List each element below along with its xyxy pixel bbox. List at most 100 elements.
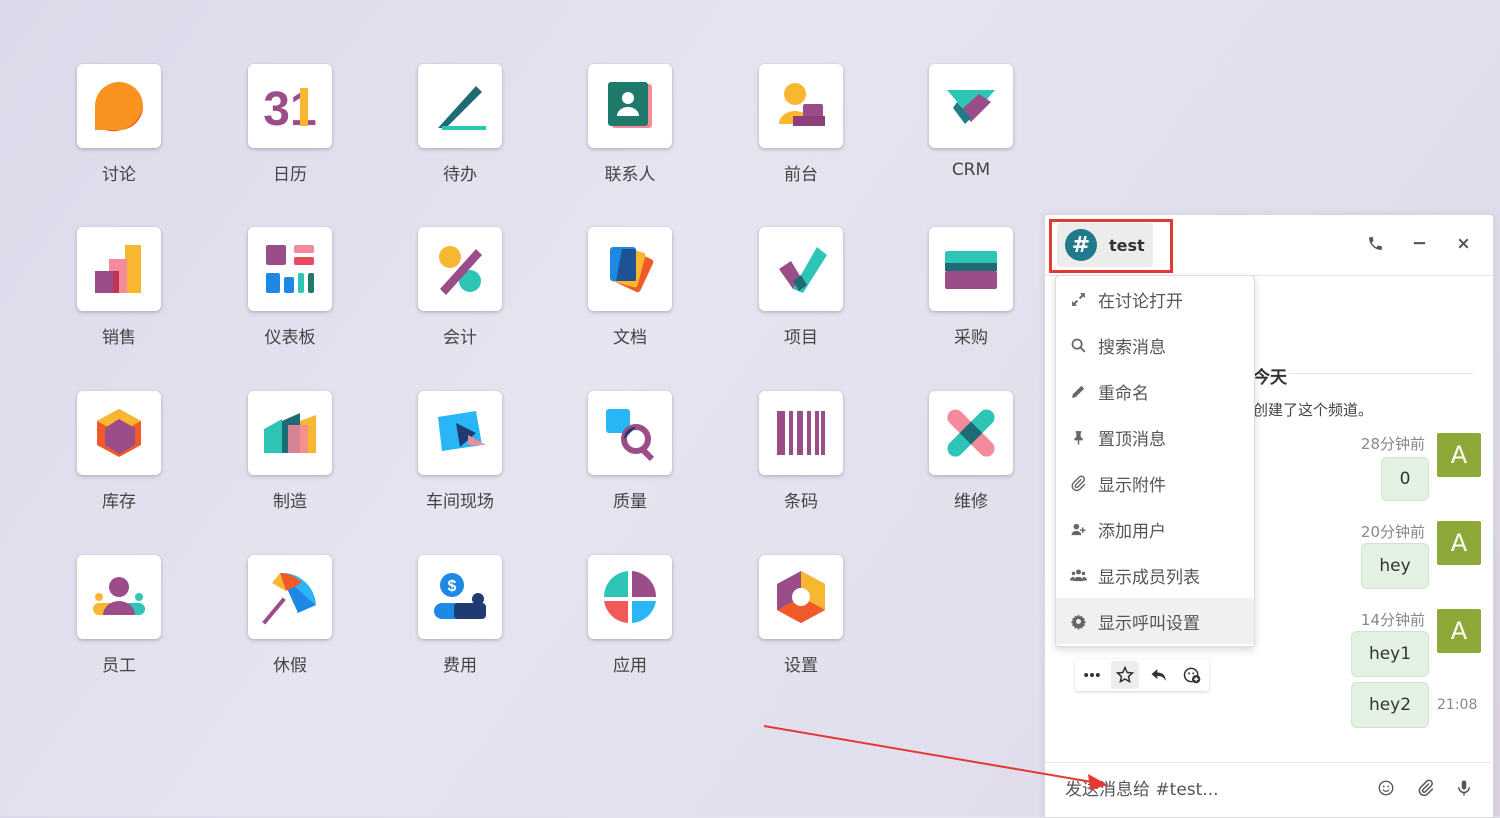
gear-icon [1068,611,1088,631]
menu-label: 搜索消息 [1098,337,1166,358]
pencil-icon [1068,381,1088,401]
project-icon [759,227,843,311]
app-label: 休假 [273,656,307,676]
menu-show-attachments[interactable]: 显示附件 [1056,460,1254,506]
inventory-icon [77,391,161,475]
message-composer [1045,762,1491,817]
expenses-icon: $ [418,555,502,639]
channel-avatar: # [1065,229,1097,261]
app-project[interactable]: 项目 [741,227,861,348]
quality-icon [588,391,672,475]
message-actions-toolbar [1075,659,1209,691]
minimize-icon[interactable] [1411,235,1429,253]
app-label: 质量 [613,492,647,512]
message-time: 28分钟前 [1360,435,1425,453]
add-user-icon [1068,519,1088,539]
app-documents[interactable]: 文档 [570,227,690,348]
app-purchase[interactable]: 采购 [911,227,1031,348]
app-shopfloor[interactable]: 车间现场 [400,391,520,512]
search-icon [1068,335,1088,355]
app-frontdesk[interactable]: 前台 [741,64,861,185]
app-employees[interactable]: 员工 [59,555,179,676]
menu-rename[interactable]: 重命名 [1056,368,1254,414]
app-timeoff[interactable]: 休假 [230,555,350,676]
app-todo[interactable]: 待办 [400,64,520,185]
app-label: 项目 [784,328,818,348]
paperclip-icon[interactable] [1417,779,1437,799]
menu-search-messages[interactable]: 搜索消息 [1056,322,1254,368]
menu-add-users[interactable]: 添加用户 [1056,506,1254,552]
frontdesk-icon [759,64,843,148]
app-label: 前台 [784,165,818,185]
svg-text:31: 31 [263,83,316,134]
message-bubble[interactable]: hey [1361,543,1429,589]
menu-show-call-settings[interactable]: 显示呼叫设置 [1056,598,1254,644]
app-expenses[interactable]: $ 费用 [400,555,520,676]
documents-icon [588,227,672,311]
menu-label: 添加用户 [1098,521,1166,542]
microphone-icon[interactable] [1455,779,1475,799]
app-dashboards[interactable]: 仪表板 [230,227,350,348]
settings-icon [759,555,843,639]
channel-button[interactable]: # test [1057,223,1153,267]
app-settings[interactable]: 设置 [741,555,861,676]
todo-icon [418,64,502,148]
app-label: 联系人 [604,165,656,185]
app-calendar[interactable]: 31 日历 [230,64,350,185]
app-label: 库存 [102,492,136,512]
app-discuss[interactable]: 讨论 [59,64,179,185]
app-apps[interactable]: 应用 [570,555,690,676]
app-inventory[interactable]: 库存 [59,391,179,512]
menu-label: 显示附件 [1098,475,1166,496]
message-bubble[interactable]: 0 [1381,457,1429,501]
app-label: 应用 [613,656,647,676]
app-crm[interactable]: CRM [911,64,1031,180]
employees-icon [77,555,161,639]
barcode-icon [759,391,843,475]
chat-window: # test 在讨论打开 搜索消息 重命名 置顶消息 显示附件 添加用户 显示成… [1044,214,1494,818]
app-accounting[interactable]: 会计 [400,227,520,348]
menu-open-in-discuss[interactable]: 在讨论打开 [1056,276,1254,322]
message-bubble[interactable]: hey2 [1351,682,1429,728]
menu-label: 置顶消息 [1098,429,1166,450]
message-bubble[interactable]: hey1 [1351,631,1429,677]
app-label: 设置 [784,656,818,676]
app-maintenance[interactable]: 维修 [911,391,1031,512]
emoji-icon[interactable] [1377,779,1397,799]
app-label: 销售 [102,328,136,348]
close-icon[interactable] [1455,235,1473,253]
star-icon[interactable] [1111,661,1140,689]
paperclip-icon [1068,473,1088,493]
app-contacts[interactable]: 联系人 [570,64,690,185]
phone-icon[interactable] [1367,235,1385,253]
chat-header: # test [1045,215,1493,276]
channel-dropdown-menu: 在讨论打开 搜索消息 重命名 置顶消息 显示附件 添加用户 显示成员列表 显示呼… [1055,275,1255,647]
sales-icon [77,227,161,311]
message-time: 20分钟前 [1360,523,1425,541]
add-reaction-icon[interactable] [1178,661,1206,689]
date-separator: 今天 [1253,368,1287,388]
avatar[interactable]: A [1437,609,1481,653]
app-manufacturing[interactable]: 制造 [230,391,350,512]
app-barcode[interactable]: 条码 [741,391,861,512]
menu-label: 显示成员列表 [1098,567,1200,588]
apps-icon [588,555,672,639]
app-quality[interactable]: 质量 [570,391,690,512]
svg-text:$: $ [448,578,457,595]
app-label: 车间现场 [426,492,494,512]
app-label: 维修 [954,492,988,512]
app-grid: 讨论 31 日历 待办 联系人 前台 CRM 销售 仪表板 会计 文档 项目 采… [0,0,1040,816]
users-icon [1068,565,1088,585]
dashboard-icon [248,227,332,311]
app-label: 员工 [102,656,136,676]
menu-pinned-messages[interactable]: 置顶消息 [1056,414,1254,460]
more-icon[interactable] [1078,661,1106,689]
avatar[interactable]: A [1437,521,1481,565]
reply-icon[interactable] [1145,661,1173,689]
app-label: 仪表板 [264,328,316,348]
expand-icon [1068,289,1088,309]
avatar[interactable]: A [1437,433,1481,477]
message-input[interactable] [1063,779,1367,801]
app-sales[interactable]: 销售 [59,227,179,348]
menu-show-member-list[interactable]: 显示成员列表 [1056,552,1254,598]
